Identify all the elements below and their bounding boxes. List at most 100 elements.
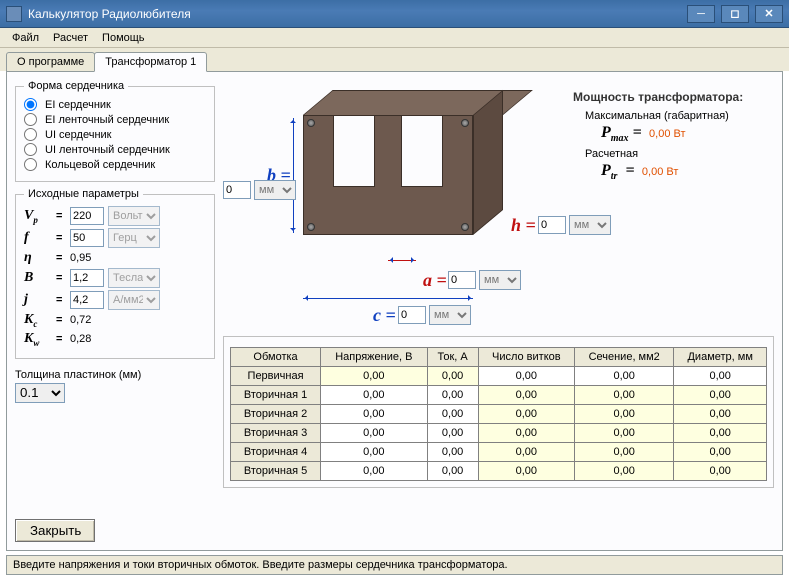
cell-section: 0,00 <box>574 367 673 386</box>
app-icon <box>6 6 22 22</box>
power-max-label: Максимальная (габаритная) <box>585 110 770 122</box>
dim-a-input[interactable] <box>448 271 476 289</box>
tab-content: Форма сердечника EI сердечник EI ленточн… <box>6 71 783 551</box>
vp-unit[interactable]: Вольт <box>108 206 160 226</box>
col-turns: Число витков <box>478 348 574 367</box>
dim-b-input[interactable] <box>223 181 251 199</box>
params-legend: Исходные параметры <box>24 188 143 200</box>
cell-voltage[interactable]: 0,00 <box>321 386 428 405</box>
row-name: Вторичная 5 <box>231 462 321 481</box>
windings-table: Обмотка Напряжение, В Ток, А Число витко… <box>230 347 767 481</box>
titlebar: Калькулятор Радиолюбителя ─ ◻ ✕ <box>0 0 789 28</box>
cell-turns: 0,00 <box>478 367 574 386</box>
radio-ei[interactable]: EI сердечник <box>24 98 206 111</box>
radio-ei-tape[interactable]: EI ленточный сердечник <box>24 113 206 126</box>
cell-current[interactable]: 0,00 <box>427 386 478 405</box>
radio-ui-tape[interactable]: UI ленточный сердечник <box>24 143 206 156</box>
f-unit[interactable]: Герц <box>108 228 160 248</box>
dim-b-unit[interactable]: мм <box>254 180 296 200</box>
dim-c-row: мм <box>398 305 471 325</box>
cell-current[interactable]: 0,00 <box>427 424 478 443</box>
kc-value: 0,72 <box>70 314 91 326</box>
close-window-button[interactable]: ✕ <box>755 5 783 23</box>
power-calc-value: 0,00 Вт <box>642 166 678 178</box>
cell-section: 0,00 <box>574 424 673 443</box>
cell-turns: 0,00 <box>478 424 574 443</box>
cell-section: 0,00 <box>574 386 673 405</box>
cell-turns: 0,00 <box>478 443 574 462</box>
dim-b-row: мм <box>223 180 296 200</box>
power-panel: Мощность трансформатора: Максимальная (г… <box>563 80 774 330</box>
cell-diameter: 0,00 <box>674 386 767 405</box>
core-shape-group: Форма сердечника EI сердечник EI ленточн… <box>15 80 215 182</box>
power-calc-label: Расчетная <box>585 148 770 160</box>
J-unit[interactable]: А/мм2 <box>108 290 160 310</box>
cell-voltage[interactable]: 0,00 <box>321 424 428 443</box>
table-row: Вторичная 20,000,000,000,000,00 <box>231 405 767 424</box>
dim-h-unit[interactable]: мм <box>569 215 611 235</box>
cell-current[interactable]: 0,00 <box>427 367 478 386</box>
close-button[interactable]: Закрыть <box>15 519 95 542</box>
table-row: Вторичная 30,000,000,000,000,00 <box>231 424 767 443</box>
f-input[interactable] <box>70 229 104 247</box>
cell-diameter: 0,00 <box>674 367 767 386</box>
power-header: Мощность трансформатора: <box>573 90 770 104</box>
cell-turns: 0,00 <box>478 462 574 481</box>
B-unit[interactable]: Тесла <box>108 268 160 288</box>
col-winding: Обмотка <box>231 348 321 367</box>
cell-diameter: 0,00 <box>674 462 767 481</box>
row-name: Вторичная 4 <box>231 443 321 462</box>
col-section: Сечение, мм2 <box>574 348 673 367</box>
menu-file[interactable]: Файл <box>6 30 45 46</box>
vp-input[interactable] <box>70 207 104 225</box>
arrow-b <box>293 118 294 233</box>
menubar: Файл Расчет Помощь <box>0 28 789 48</box>
tab-transformer-1[interactable]: Трансформатор 1 <box>94 52 207 72</box>
cell-voltage[interactable]: 0,00 <box>321 367 428 386</box>
radio-ring[interactable]: Кольцевой сердечник <box>24 158 206 171</box>
dim-c-label: c = <box>373 305 396 326</box>
statusbar: Введите напряжения и токи вторичных обмо… <box>6 555 783 575</box>
tab-about[interactable]: О программе <box>6 52 95 71</box>
menu-help[interactable]: Помощь <box>96 30 151 46</box>
dim-a-row: мм <box>448 270 521 290</box>
eta-value: 0,95 <box>70 252 91 264</box>
kw-value: 0,28 <box>70 333 91 345</box>
cell-voltage[interactable]: 0,00 <box>321 443 428 462</box>
minimize-button[interactable]: ─ <box>687 5 715 23</box>
cell-diameter: 0,00 <box>674 443 767 462</box>
menu-calc[interactable]: Расчет <box>47 30 94 46</box>
dim-h-input[interactable] <box>538 216 566 234</box>
arrow-a <box>388 260 416 261</box>
param-eta: η = 0,95 <box>24 250 206 266</box>
tabstrip: О программе Трансформатор 1 <box>0 48 789 71</box>
core-diagram: b = a = c = h = мм мм мм <box>223 80 774 330</box>
cell-turns: 0,00 <box>478 386 574 405</box>
windings-table-wrap: Обмотка Напряжение, В Ток, А Число витко… <box>223 336 774 488</box>
param-vp: Vp = Вольт <box>24 206 206 226</box>
param-f: f = Герц <box>24 228 206 248</box>
table-row: Первичная0,000,000,000,000,00 <box>231 367 767 386</box>
plate-thickness-select[interactable]: 0.1 <box>15 383 65 403</box>
dim-c-input[interactable] <box>398 306 426 324</box>
B-input[interactable] <box>70 269 104 287</box>
param-B: B = Тесла <box>24 268 206 288</box>
col-diam: Диаметр, мм <box>674 348 767 367</box>
maximize-button[interactable]: ◻ <box>721 5 749 23</box>
table-row: Вторичная 40,000,000,000,000,00 <box>231 443 767 462</box>
cell-current[interactable]: 0,00 <box>427 462 478 481</box>
row-name: Вторичная 1 <box>231 386 321 405</box>
core-shape-legend: Форма сердечника <box>24 80 128 92</box>
cell-voltage[interactable]: 0,00 <box>321 405 428 424</box>
radio-ui[interactable]: UI сердечник <box>24 128 206 141</box>
plate-thickness-label: Толщина пластинок (мм) <box>15 369 215 381</box>
cell-current[interactable]: 0,00 <box>427 405 478 424</box>
col-current: Ток, А <box>427 348 478 367</box>
cell-current[interactable]: 0,00 <box>427 443 478 462</box>
row-name: Вторичная 3 <box>231 424 321 443</box>
dim-c-unit[interactable]: мм <box>429 305 471 325</box>
cell-voltage[interactable]: 0,00 <box>321 462 428 481</box>
J-input[interactable] <box>70 291 104 309</box>
table-row: Вторичная 50,000,000,000,000,00 <box>231 462 767 481</box>
dim-a-unit[interactable]: мм <box>479 270 521 290</box>
